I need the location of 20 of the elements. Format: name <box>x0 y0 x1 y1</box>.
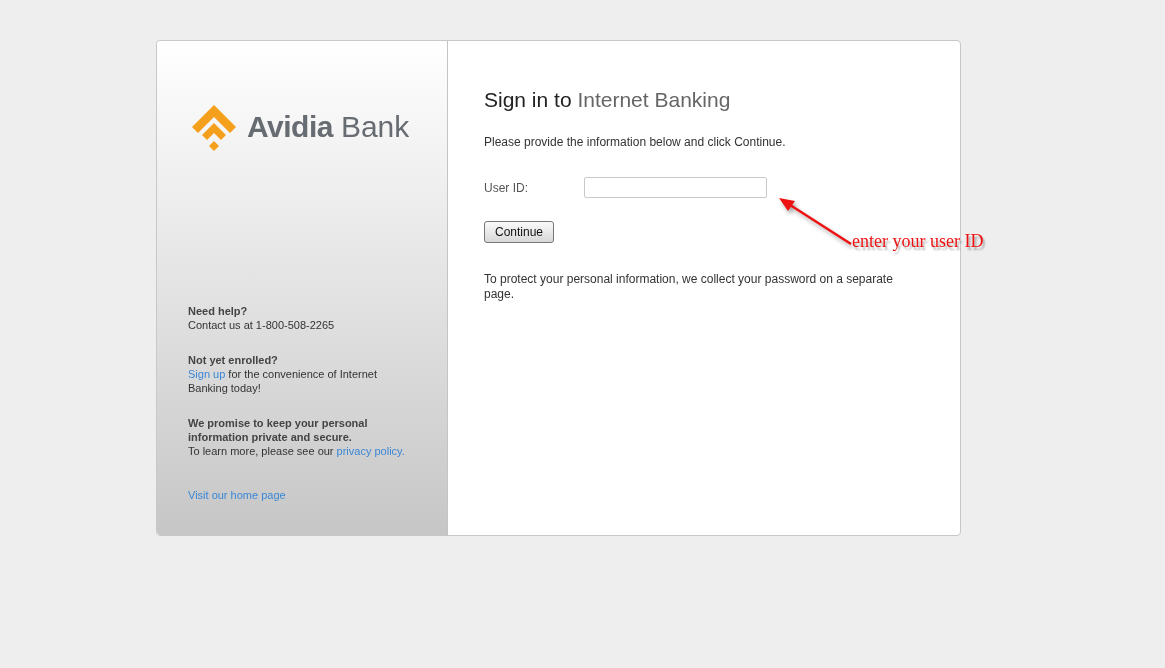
section-heading: Need help? <box>188 304 249 318</box>
page-title: Sign in to <box>484 88 572 111</box>
user-id-field[interactable] <box>584 177 767 198</box>
continue-button[interactable]: Continue <box>484 221 555 243</box>
product-name: Internet Banking <box>577 88 731 111</box>
section-heading: Not yet enrolled? <box>188 353 279 367</box>
logo-name: Avidia <box>247 110 333 144</box>
annotation-text: enter your user ID <box>852 231 984 252</box>
section-text: To learn more, please see our privacy policy. <box>188 444 406 458</box>
home-page-link[interactable]: Visit our home page <box>188 489 286 501</box>
text-link[interactable]: privacy policy. <box>336 445 405 457</box>
instructions-text: Please provide the information below and click Continue. <box>484 135 787 149</box>
note-text: To protect your personal information, we collect your password on a separate page. <box>484 272 894 302</box>
field-label: User ID: <box>484 180 529 195</box>
section-heading: We promise to keep your personal information private and secure. <box>188 416 369 444</box>
text-link[interactable]: Sign up <box>188 368 226 380</box>
chevron-logo-icon <box>190 103 238 151</box>
section-text: Sign up for the convenience of Internet Banking today! <box>188 367 378 395</box>
section-text: Contact us at 1-800-508-2265 <box>188 318 336 332</box>
logo-name: Bank <box>340 110 410 144</box>
